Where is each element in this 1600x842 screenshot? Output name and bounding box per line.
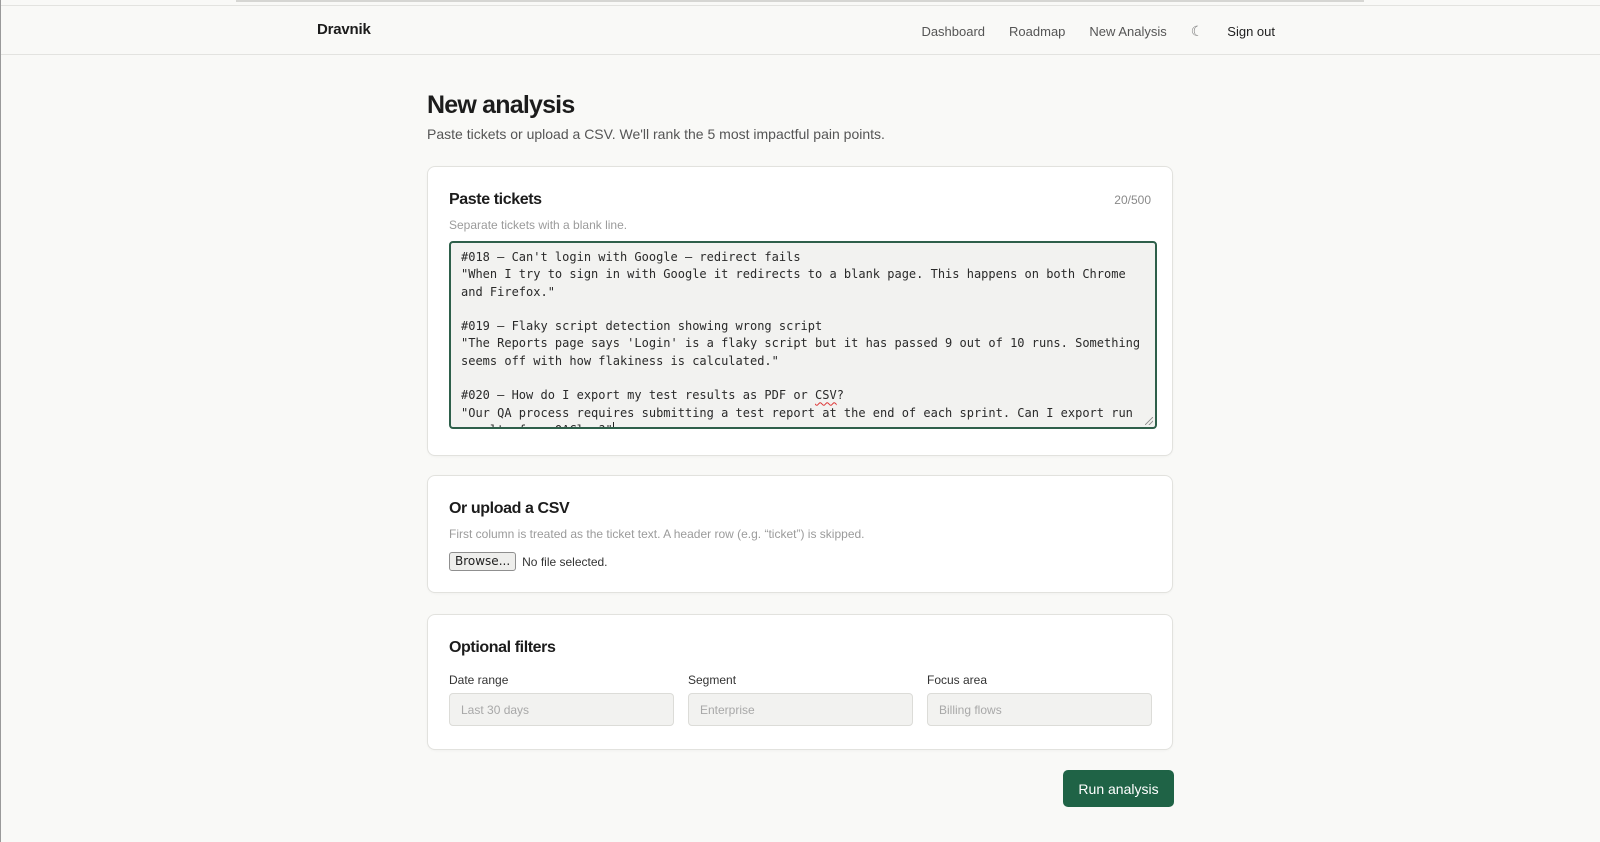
file-input: Browse... No file selected. [449,552,608,571]
nav-roadmap-link[interactable]: Roadmap [1009,24,1065,39]
focus-area-input[interactable] [927,693,1152,726]
optional-filters-card: Optional filters Date range Segment Focu… [427,614,1173,750]
paste-tickets-title: Paste tickets [449,191,542,208]
page-heading: New analysis Paste tickets or upload a C… [427,90,1173,142]
moon-icon[interactable]: ☾ [1191,23,1204,40]
page-title: New analysis [427,91,575,119]
sign-out-link[interactable]: Sign out [1227,24,1275,39]
window-left-edge [0,0,1,842]
ticket-line: #018 — Can't login with Google — redirec… [461,250,801,264]
ticket-line: "When I try to sign in with Google it re… [461,267,1133,299]
ticket-counter: 20/500 [1114,193,1151,207]
segment-input[interactable] [688,693,913,726]
upload-csv-title: Or upload a CSV [449,500,570,517]
ticket-line: #020 — How do I export my test results a… [461,388,844,403]
segment-label: Segment [688,673,737,687]
ticket-line: "The Reports page says 'Login' is a flak… [461,336,1148,368]
nav-new-analysis-link[interactable]: New Analysis [1089,24,1166,39]
resize-handle-icon[interactable] [1145,417,1153,425]
file-status: No file selected. [522,554,608,569]
optional-filters-title: Optional filters [449,639,556,656]
top-strip [236,0,1364,2]
browse-button[interactable]: Browse... [449,552,517,571]
spellcheck-word: QAClan [555,423,598,427]
brand-logo[interactable]: Dravnik [317,21,371,38]
nav-dashboard-link[interactable]: Dashboard [921,24,985,39]
run-analysis-button[interactable]: Run analysis [1063,770,1174,807]
spellcheck-word: CSV [815,388,837,403]
top-navbar: Dravnik Dashboard Roadmap New Analysis ☾… [1,5,1600,55]
ticket-line: #019 — Flaky script detection showing wr… [461,319,823,334]
text-caret [612,421,614,427]
paste-tickets-card: Paste tickets 20/500 Separate tickets wi… [427,166,1173,456]
focus-area-label: Focus area [927,673,988,687]
upload-csv-help: First column is treated as the ticket te… [449,527,865,541]
page-subtitle: Paste tickets or upload a CSV. We'll ran… [427,126,885,142]
paste-tickets-help: Separate tickets with a blank line. [449,218,628,232]
date-range-label: Date range [449,673,509,687]
date-range-input[interactable] [449,693,674,726]
main-nav: Dashboard Roadmap New Analysis ☾ Sign ou… [897,23,1275,40]
tickets-textarea[interactable]: #018 — Can't login with Google — redirec… [449,241,1157,429]
ticket-line: "Our QA process requires submitting a te… [461,406,1140,427]
upload-csv-card: Or upload a CSV First column is treated … [427,475,1173,593]
